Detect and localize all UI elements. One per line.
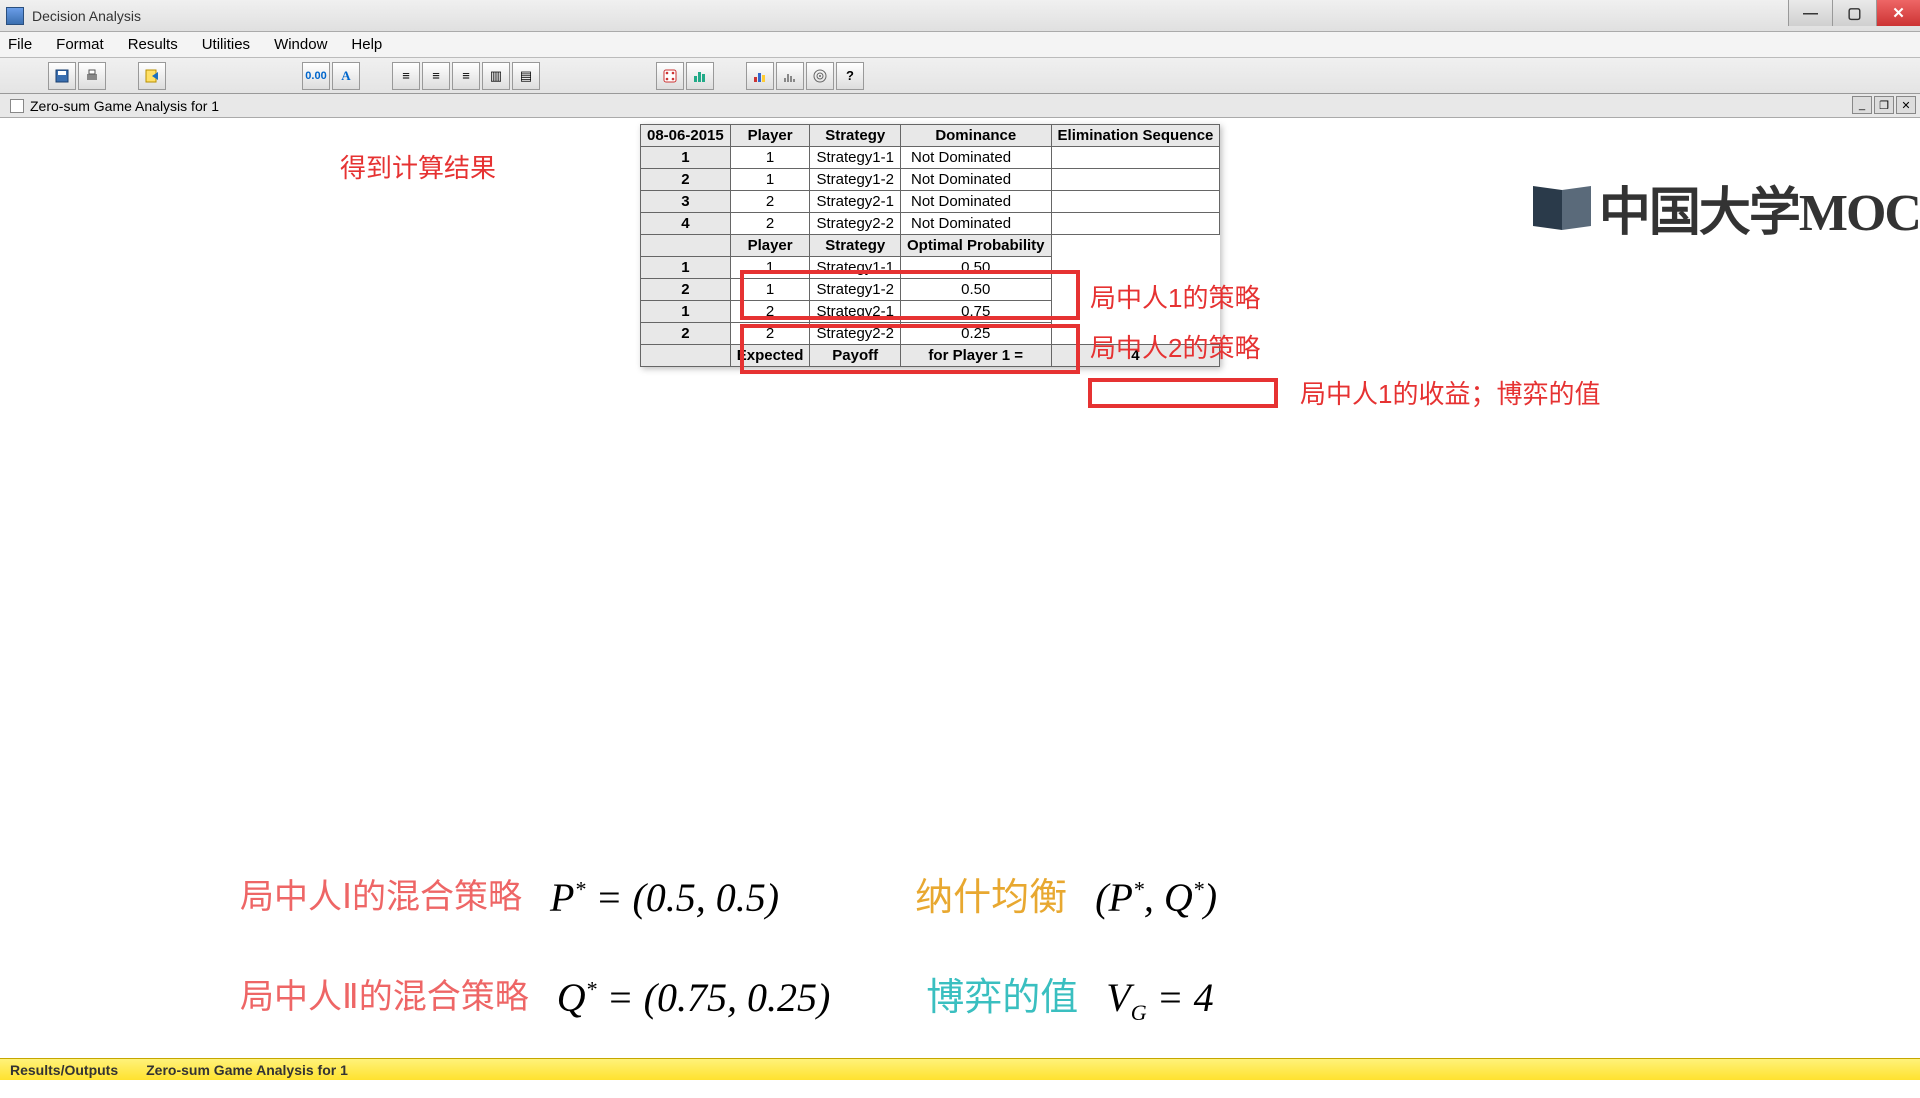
- app-icon: [6, 7, 24, 25]
- save-button[interactable]: [48, 62, 76, 90]
- col-optprob: Optimal Probability: [900, 235, 1051, 257]
- window-controls: — ▢ ✕: [1788, 0, 1920, 26]
- col-player: Player: [730, 125, 810, 147]
- annotation-p1-strategy: 局中人1的策略: [1090, 278, 1260, 315]
- print-button[interactable]: [78, 62, 106, 90]
- table-row: 21Strategy1-2Not Dominated: [641, 169, 1220, 191]
- child-minimize-button[interactable]: _: [1852, 96, 1872, 114]
- document-title: Zero-sum Game Analysis for 1: [30, 98, 219, 114]
- formula-p2-math: Q* = (0.75, 0.25): [557, 958, 831, 1038]
- formula-p1-math: P* = (0.5, 0.5): [550, 858, 779, 938]
- formula-nash-label: 纳什均衡: [915, 860, 1067, 936]
- font-button[interactable]: A: [332, 62, 360, 90]
- col-strategy: Strategy: [810, 125, 901, 147]
- highlight-box-payoff: [1088, 378, 1278, 408]
- columns-button[interactable]: ▥: [482, 62, 510, 90]
- document-bar: Zero-sum Game Analysis for 1 _ ❐ ✕: [0, 94, 1920, 118]
- cell-expected: Expected: [730, 345, 810, 367]
- close-button[interactable]: ✕: [1876, 0, 1920, 26]
- formula-p2-label: 局中人Ⅱ的混合策略: [240, 964, 529, 1032]
- table-row: 32Strategy2-1Not Dominated: [641, 191, 1220, 213]
- annotation-result-title: 得到计算结果: [340, 148, 496, 185]
- col-player-2: Player: [730, 235, 810, 257]
- book-icon: [1533, 188, 1591, 228]
- bar-chart-icon[interactable]: [746, 62, 774, 90]
- table-row: 11Strategy1-1Not Dominated: [641, 147, 1220, 169]
- menu-results[interactable]: Results: [128, 36, 178, 53]
- menu-file[interactable]: File: [8, 36, 32, 53]
- cell-payoff: Payoff: [810, 345, 901, 367]
- cell-date: 08-06-2015: [641, 125, 731, 147]
- formulas-block: 局中人Ⅰ的混合策略 P* = (0.5, 0.5) 纳什均衡 (P*, Q*) …: [240, 858, 1217, 1038]
- exit-button[interactable]: [138, 62, 166, 90]
- col-dominance: Dominance: [900, 125, 1051, 147]
- col-strategy-2: Strategy: [810, 235, 901, 257]
- bar-chart-green-icon[interactable]: [686, 62, 714, 90]
- align-center-button[interactable]: ≡: [422, 62, 450, 90]
- menu-help[interactable]: Help: [351, 36, 382, 53]
- title-bar: Decision Analysis — ▢ ✕: [0, 0, 1920, 32]
- rows-button[interactable]: ▤: [512, 62, 540, 90]
- histogram-icon[interactable]: [776, 62, 804, 90]
- formula-value-label: 博弈的值: [926, 960, 1078, 1036]
- status-left: Results/Outputs: [0, 1062, 128, 1078]
- status-bar: Results/Outputs Zero-sum Game Analysis f…: [0, 1058, 1920, 1080]
- status-right: Zero-sum Game Analysis for 1: [128, 1062, 366, 1078]
- child-restore-button[interactable]: ❐: [1874, 96, 1894, 114]
- menu-format[interactable]: Format: [56, 36, 104, 53]
- child-close-button[interactable]: ✕: [1896, 96, 1916, 114]
- menu-bar: File Format Results Utilities Window Hel…: [0, 32, 1920, 58]
- dice-icon[interactable]: [656, 62, 684, 90]
- document-icon: [10, 99, 24, 113]
- maximize-button[interactable]: ▢: [1832, 0, 1876, 26]
- workspace: 08-06-2015 Player Strategy Dominance Eli…: [0, 118, 1920, 1098]
- target-icon[interactable]: [806, 62, 834, 90]
- table-row: 11Strategy1-10.50: [641, 257, 1220, 279]
- formula-nash-math: (P*, Q*): [1095, 858, 1217, 938]
- align-right-button[interactable]: ≡: [452, 62, 480, 90]
- col-elimination: Elimination Sequence: [1051, 125, 1220, 147]
- menu-window[interactable]: Window: [274, 36, 327, 53]
- cell-forplayer: for Player 1 =: [900, 345, 1051, 367]
- window-title: Decision Analysis: [32, 8, 141, 24]
- help-button[interactable]: ?: [836, 62, 864, 90]
- menu-utilities[interactable]: Utilities: [202, 36, 250, 53]
- table-row: 42Strategy2-2Not Dominated: [641, 213, 1220, 235]
- align-left-button[interactable]: ≡: [392, 62, 420, 90]
- number-format-button[interactable]: 0.00: [302, 62, 330, 90]
- annotation-p1-payoff: 局中人1的收益；博弈的值: [1300, 374, 1600, 411]
- formula-value-math: VG = 4: [1106, 958, 1213, 1038]
- formula-p1-label: 局中人Ⅰ的混合策略: [240, 864, 522, 932]
- watermark: 中国大学MOC: [1533, 170, 1920, 245]
- minimize-button[interactable]: —: [1788, 0, 1832, 26]
- annotation-p2-strategy: 局中人2的策略: [1090, 328, 1260, 365]
- toolbar: 0.00 A ≡ ≡ ≡ ▥ ▤ ?: [0, 58, 1920, 94]
